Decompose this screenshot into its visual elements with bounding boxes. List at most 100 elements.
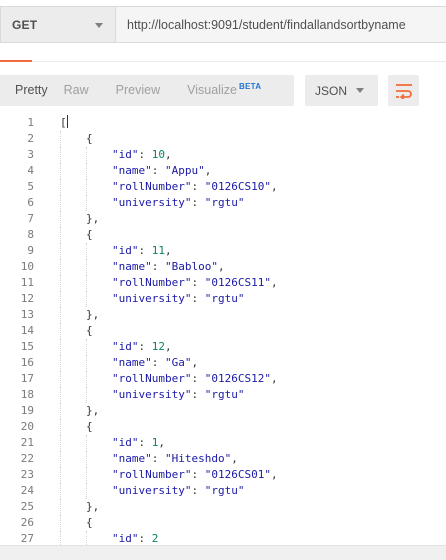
code-text: "name": "Hiteshdo",	[112, 451, 238, 467]
code-line: 12 "university": "rgtu"	[0, 291, 446, 307]
line-number: 20	[20, 420, 34, 433]
method-label: GET	[12, 17, 38, 32]
indent-guide	[86, 355, 87, 371]
json-punctuation: ,	[165, 340, 172, 353]
line-number: 7	[27, 212, 34, 225]
json-key: "rollNumber"	[112, 276, 192, 289]
response-toolbar: Pretty Raw Preview Visualize BETA JSON	[0, 75, 446, 107]
json-value: "0126CS12"	[204, 372, 271, 385]
json-punctuation: :	[138, 532, 152, 545]
response-body-editor[interactable]: 1[2{3 "id": 10, 4 "name": "Appu", 5 "rollNumb…	[0, 115, 446, 545]
indent-guide	[86, 195, 87, 211]
code-text: "university": "rgtu"	[112, 195, 244, 211]
tab-pretty[interactable]: Pretty	[0, 75, 48, 106]
json-punctuation: :	[138, 148, 152, 161]
indent-guide	[60, 275, 61, 291]
method-dropdown[interactable]: GET	[0, 6, 115, 43]
indent-guide	[86, 451, 87, 467]
json-value: "0126CS01"	[204, 468, 271, 481]
line-number: 5	[27, 180, 34, 193]
tab-visualize[interactable]: Visualize BETA	[160, 75, 261, 106]
json-punctuation: ,	[217, 260, 225, 273]
line-number: 10	[20, 260, 34, 273]
line-number: 19	[20, 404, 34, 417]
code-line: 3 "id": 10,	[0, 147, 446, 163]
indent-guide	[60, 371, 61, 387]
json-punctuation: },	[86, 212, 100, 225]
indent-guide	[60, 483, 61, 499]
code-text: "university": "rgtu"	[112, 387, 244, 403]
indent-guide	[86, 163, 87, 179]
code-text: },	[86, 403, 99, 419]
format-dropdown[interactable]: JSON	[305, 75, 378, 106]
json-punctuation: :	[191, 180, 205, 193]
wrap-lines-button[interactable]	[388, 75, 419, 106]
json-punctuation: {	[86, 516, 93, 529]
json-key: "name"	[112, 164, 152, 177]
indent-guide	[86, 147, 87, 163]
indent-guide	[60, 451, 61, 467]
json-punctuation: :	[138, 340, 152, 353]
json-key: "rollNumber"	[112, 372, 192, 385]
indent-guide	[60, 339, 61, 355]
indent-guide	[60, 467, 61, 483]
json-key: "name"	[112, 356, 152, 369]
line-number: 9	[27, 244, 34, 257]
line-number: 23	[20, 468, 34, 481]
code-line: 5 "rollNumber": "0126CS10",	[0, 179, 446, 195]
indent-guide	[60, 131, 61, 147]
json-key: "university"	[112, 484, 192, 497]
code-text: "rollNumber": "0126CS10",	[112, 179, 278, 195]
code-line: 19},	[0, 403, 446, 419]
json-punctuation: },	[86, 500, 100, 513]
code-line: 14 {	[0, 323, 446, 339]
code-line: 20 {	[0, 419, 446, 435]
code-text: "id": 1,	[112, 435, 165, 451]
indent-guide	[60, 291, 61, 307]
indent-guide	[60, 435, 61, 451]
indent-guide	[60, 147, 61, 163]
beta-badge: BETA	[238, 82, 262, 91]
tab-raw[interactable]: Raw	[48, 75, 89, 106]
code-line: 21 "id": 1,	[0, 435, 446, 451]
code-line: 16 "name": "Ga",	[0, 355, 446, 371]
indent-guide	[60, 227, 61, 243]
indent-guide	[86, 275, 87, 291]
chevron-down-icon	[95, 23, 103, 28]
json-punctuation: ,	[158, 436, 165, 449]
tab-preview[interactable]: Preview	[89, 75, 160, 106]
code-text: "name": "Babloo",	[112, 259, 225, 275]
json-punctuation: ,	[270, 468, 278, 481]
code-line: 7},	[0, 211, 446, 227]
code-line: 4 "name": "Appu",	[0, 163, 446, 179]
json-key: "university"	[112, 388, 192, 401]
json-value: "0126CS10"	[204, 180, 271, 193]
indent-guide	[86, 179, 87, 195]
request-bar: GET	[0, 0, 446, 50]
line-number: 3	[27, 148, 34, 161]
divider	[0, 61, 446, 62]
code-text: {	[86, 227, 93, 243]
json-punctuation: {	[86, 324, 93, 337]
horizontal-scrollbar[interactable]	[0, 545, 446, 560]
view-mode-tabs: Pretty Raw Preview Visualize BETA	[0, 75, 294, 106]
code-text: "rollNumber": "0126CS11",	[112, 275, 278, 291]
code-line: 22 "name": "Hiteshdo",	[0, 451, 446, 467]
indent-guide	[86, 371, 87, 387]
json-key: "rollNumber"	[112, 468, 192, 481]
line-number: 14	[20, 324, 34, 337]
format-label: JSON	[315, 83, 348, 98]
code-line: 11 "rollNumber": "0126CS11",	[0, 275, 446, 291]
json-punctuation: ,	[191, 356, 199, 369]
code-text: },	[86, 499, 99, 515]
json-value: "Ga"	[165, 356, 192, 369]
json-punctuation: },	[86, 308, 100, 321]
code-line: 2{	[0, 131, 446, 147]
tab-visualize-label: Visualize	[187, 83, 237, 97]
indent-guide	[86, 387, 87, 403]
code-text: },	[86, 307, 99, 323]
indent-guide	[86, 259, 87, 275]
indent-guide	[86, 435, 87, 451]
json-punctuation: [	[60, 116, 67, 129]
url-input[interactable]	[115, 6, 446, 43]
